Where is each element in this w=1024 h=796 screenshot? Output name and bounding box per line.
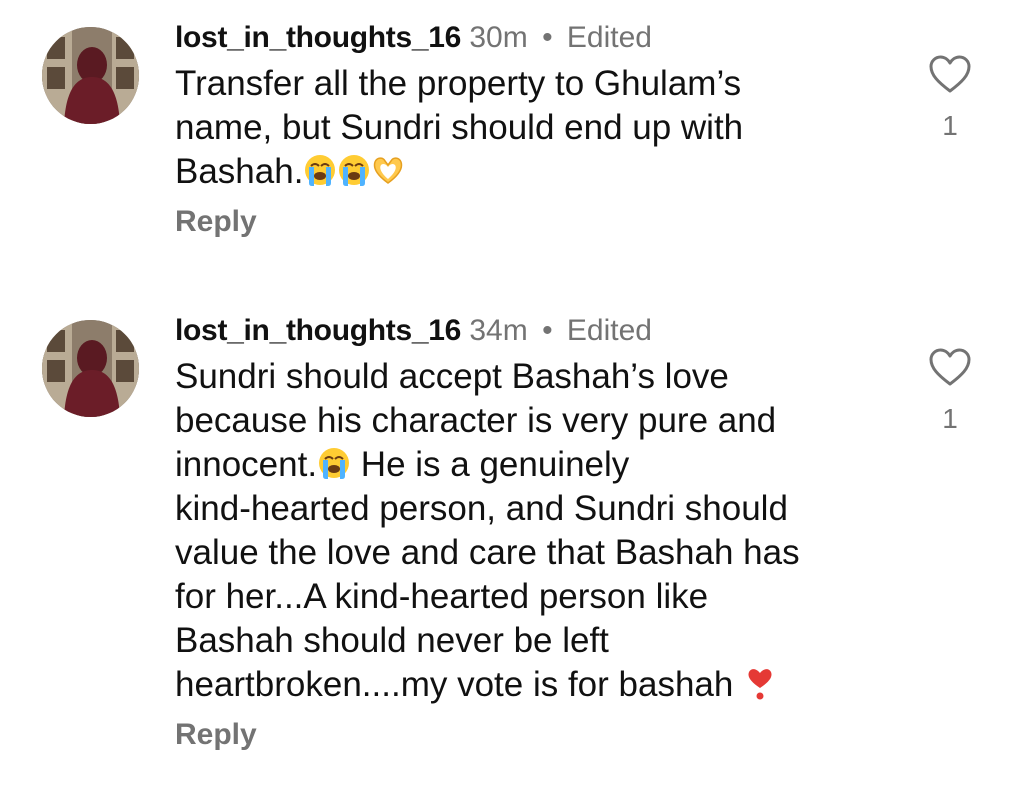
comment-line: value the love and care that Bashah has: [175, 533, 800, 572]
edited-label: Edited: [566, 314, 652, 347]
like-count: 1: [942, 110, 958, 141]
edited-label: Edited: [566, 21, 652, 54]
comment-line: because his character is very pure and: [175, 401, 777, 440]
comment-line: kind-hearted person, and Sundri should: [175, 489, 788, 528]
loudly-crying-face-emoji: [318, 447, 351, 480]
reply-button[interactable]: Reply: [175, 717, 257, 753]
like-control: 1: [926, 347, 974, 435]
loudly-crying-face-emoji: [304, 154, 337, 187]
heart-exclamation-emoji: [748, 669, 772, 700]
comment-line-wrap: heartbroken....my vote is for bashah: [175, 663, 875, 707]
comment-line: for her...A kind-hearted person like: [175, 577, 709, 616]
comment-line: Transfer all the property to Ghulam’s: [175, 64, 742, 103]
heart-hands-emoji: [374, 157, 403, 184]
comment-meta: lost_in_thoughts_16 34m • Edited: [175, 313, 875, 349]
comment-line: name, but Sundri should end up with: [175, 108, 744, 147]
like-control: 1: [926, 54, 974, 142]
comment-line: Bashah should never be left: [175, 621, 609, 660]
comment-text: Transfer all the property to Ghulam’s na…: [175, 62, 875, 194]
heart-outline-icon[interactable]: [928, 54, 972, 94]
timestamp: 30m: [469, 21, 528, 54]
comment-line: Sundri should accept Bashah’s love: [175, 357, 729, 396]
comment-line-wrap: innocent. He is a genuinely: [175, 443, 875, 487]
comment-line-wrap: Bashah.: [175, 150, 875, 194]
like-count: 1: [942, 403, 958, 434]
separator-dot: •: [542, 21, 553, 54]
avatar[interactable]: [42, 320, 139, 417]
timestamp: 34m: [469, 314, 528, 347]
comment-meta: lost_in_thoughts_16 30m • Edited: [175, 20, 875, 56]
comment-line: heartbroken....my vote is for bashah: [175, 665, 744, 704]
heart-outline-icon[interactable]: [928, 347, 972, 387]
comment-line: He is a genuinely: [351, 445, 630, 484]
separator-dot: •: [542, 314, 553, 347]
username[interactable]: lost_in_thoughts_16: [175, 314, 461, 347]
reply-button[interactable]: Reply: [175, 204, 257, 240]
comment-line: innocent.: [175, 445, 318, 484]
avatar[interactable]: [42, 27, 139, 124]
comment-text: Sundri should accept Bashah’s love becau…: [175, 355, 875, 707]
loudly-crying-face-emoji: [338, 154, 371, 187]
comment-line: Bashah.: [175, 152, 304, 191]
username[interactable]: lost_in_thoughts_16: [175, 21, 461, 54]
